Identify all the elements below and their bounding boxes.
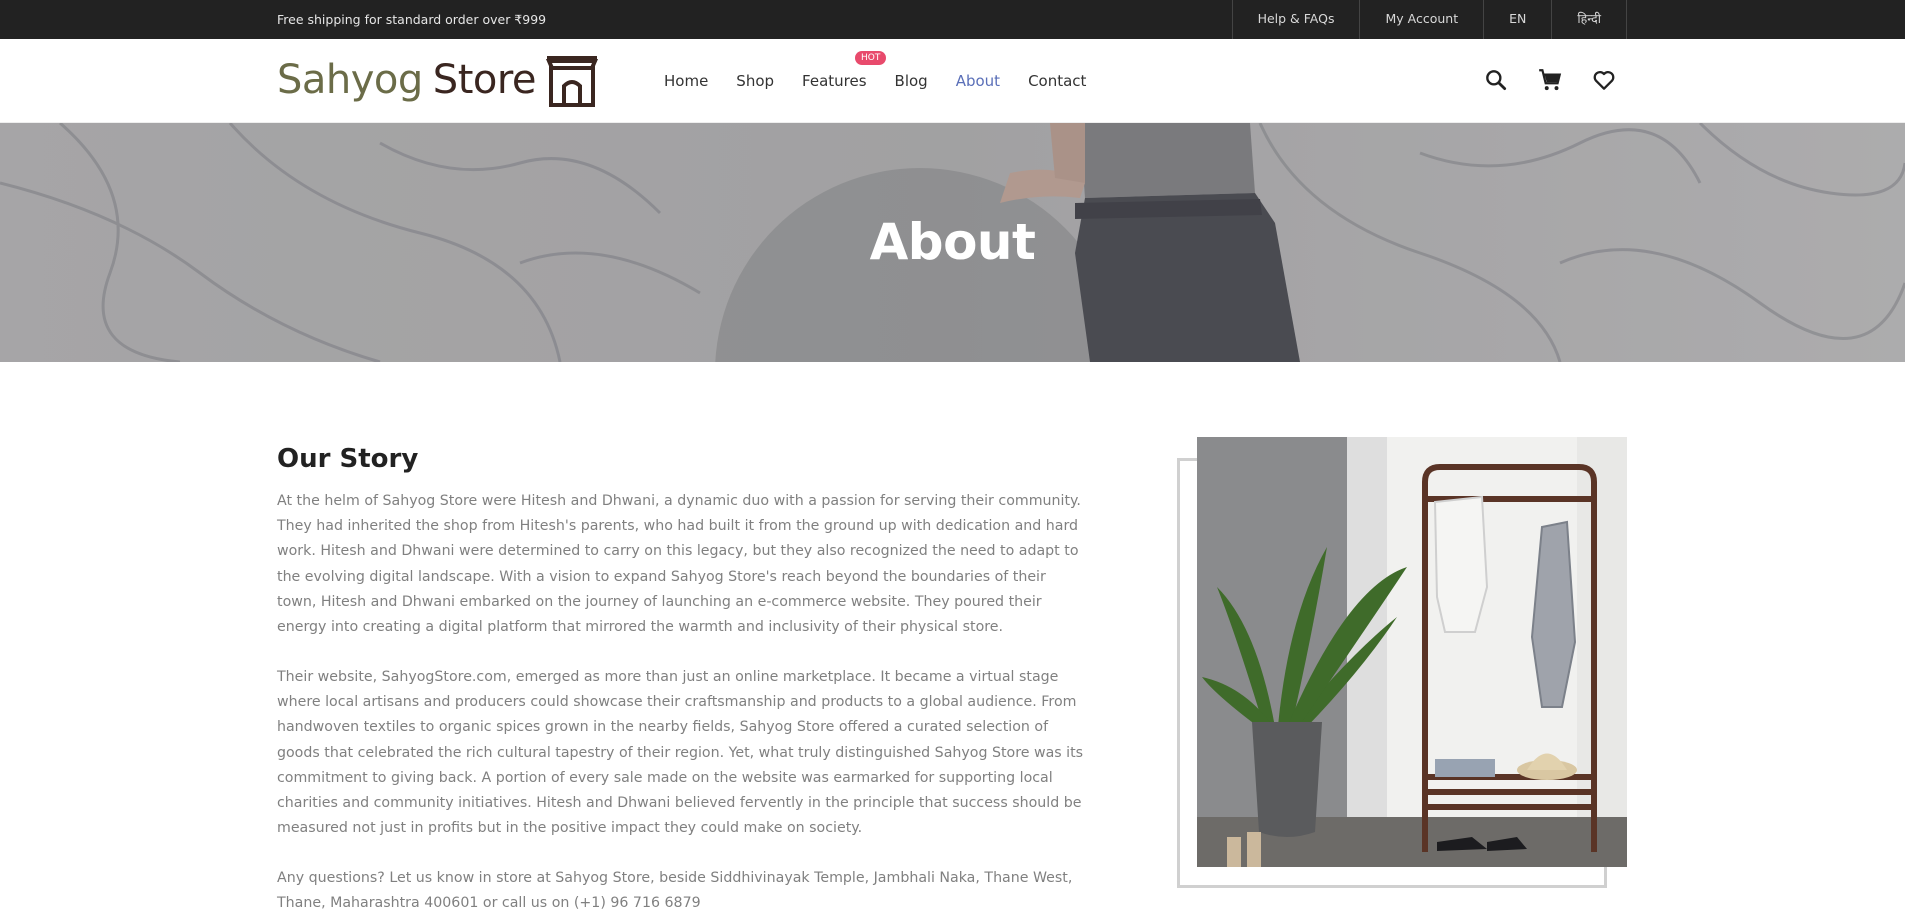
- page-title: About: [869, 213, 1036, 271]
- nav-shop[interactable]: Shop: [736, 72, 774, 90]
- nav-features[interactable]: Features HOT: [802, 51, 887, 90]
- language-hindi-link[interactable]: हिन्दी: [1551, 0, 1627, 39]
- nav-blog[interactable]: Blog: [895, 72, 928, 90]
- top-bar: Free shipping for standard order over ₹9…: [0, 0, 1905, 39]
- story-paragraph-1: At the helm of Sahyog Store were Hitesh …: [277, 493, 1081, 636]
- main-header: Sahyog Store Home Shop Features HOT Blog …: [0, 39, 1905, 123]
- nav-home[interactable]: Home: [664, 72, 708, 90]
- logo-word-2: Store: [432, 57, 537, 103]
- my-account-link[interactable]: My Account: [1359, 0, 1483, 39]
- contact-paragraph: Any questions? Let us know in store at S…: [277, 870, 1073, 912]
- help-faqs-link[interactable]: Help & FAQs: [1231, 0, 1360, 39]
- nav-features-label: Features: [802, 72, 867, 90]
- site-logo[interactable]: Sahyog Store: [277, 51, 600, 109]
- heart-icon[interactable]: [1591, 67, 1617, 93]
- our-story-heading: Our Story: [277, 444, 419, 474]
- storefront-icon: [545, 56, 599, 107]
- store-interior-image: [1197, 437, 1627, 867]
- story-paragraph-2: Their website, SahyogStore.com, emerged …: [277, 669, 1084, 837]
- logo-word-1: Sahyog: [277, 57, 423, 103]
- header-icons: [1483, 67, 1617, 93]
- main-nav: Home Shop Features HOT Blog About Contact: [664, 39, 1114, 123]
- hero-banner: About: [0, 123, 1905, 362]
- hot-badge: HOT: [855, 51, 887, 65]
- top-links: Help & FAQs My Account EN हिन्दी: [1231, 0, 1627, 39]
- shipping-notice: Free shipping for standard order over ₹9…: [277, 12, 547, 27]
- search-icon[interactable]: [1483, 67, 1509, 93]
- nav-contact[interactable]: Contact: [1028, 72, 1086, 90]
- language-en-link[interactable]: EN: [1483, 0, 1551, 39]
- cart-icon[interactable]: [1537, 67, 1563, 93]
- nav-about[interactable]: About: [956, 72, 1000, 90]
